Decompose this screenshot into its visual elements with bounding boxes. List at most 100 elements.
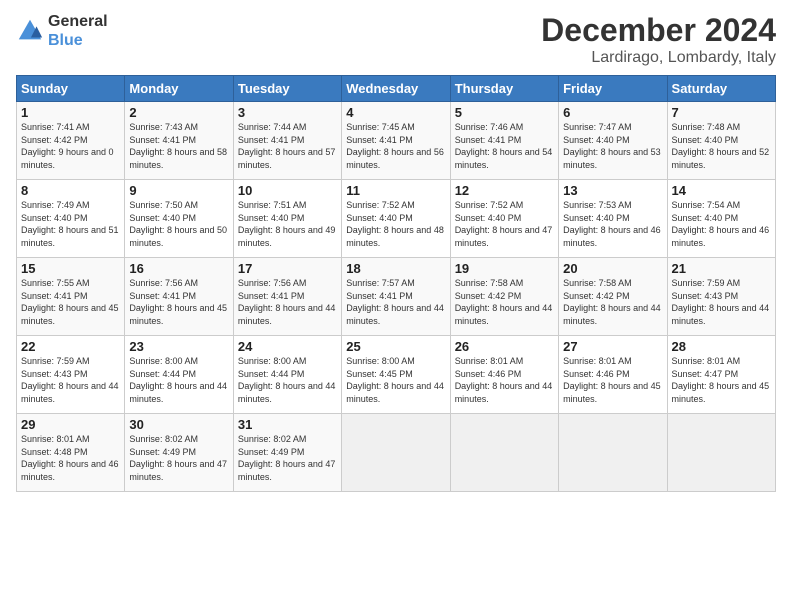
- day-number: 26: [455, 339, 554, 354]
- calendar-cell: 24Sunrise: 8:00 AM Sunset: 4:44 PM Dayli…: [233, 336, 341, 414]
- day-info: Sunrise: 7:56 AM Sunset: 4:41 PM Dayligh…: [238, 277, 337, 327]
- col-tuesday: Tuesday: [233, 76, 341, 102]
- col-monday: Monday: [125, 76, 233, 102]
- calendar-cell: 1Sunrise: 7:41 AM Sunset: 4:42 PM Daylig…: [17, 102, 125, 180]
- col-saturday: Saturday: [667, 76, 775, 102]
- calendar-cell: [559, 414, 667, 492]
- calendar-container: General Blue December 2024 Lardirago, Lo…: [0, 0, 792, 500]
- calendar-cell: 17Sunrise: 7:56 AM Sunset: 4:41 PM Dayli…: [233, 258, 341, 336]
- day-number: 6: [563, 105, 662, 120]
- day-number: 29: [21, 417, 120, 432]
- day-info: Sunrise: 7:52 AM Sunset: 4:40 PM Dayligh…: [455, 199, 554, 249]
- day-number: 13: [563, 183, 662, 198]
- day-number: 17: [238, 261, 337, 276]
- day-info: Sunrise: 8:01 AM Sunset: 4:48 PM Dayligh…: [21, 433, 120, 483]
- calendar-cell: [450, 414, 558, 492]
- calendar-cell: 31Sunrise: 8:02 AM Sunset: 4:49 PM Dayli…: [233, 414, 341, 492]
- calendar-cell: [342, 414, 450, 492]
- day-number: 1: [21, 105, 120, 120]
- calendar-week-3: 22Sunrise: 7:59 AM Sunset: 4:43 PM Dayli…: [17, 336, 776, 414]
- day-number: 22: [21, 339, 120, 354]
- calendar-cell: 28Sunrise: 8:01 AM Sunset: 4:47 PM Dayli…: [667, 336, 775, 414]
- col-wednesday: Wednesday: [342, 76, 450, 102]
- calendar-cell: 5Sunrise: 7:46 AM Sunset: 4:41 PM Daylig…: [450, 102, 558, 180]
- day-info: Sunrise: 7:52 AM Sunset: 4:40 PM Dayligh…: [346, 199, 445, 249]
- col-thursday: Thursday: [450, 76, 558, 102]
- calendar-cell: 11Sunrise: 7:52 AM Sunset: 4:40 PM Dayli…: [342, 180, 450, 258]
- calendar-title: December 2024: [541, 12, 776, 49]
- col-friday: Friday: [559, 76, 667, 102]
- day-number: 12: [455, 183, 554, 198]
- day-number: 23: [129, 339, 228, 354]
- day-number: 31: [238, 417, 337, 432]
- day-info: Sunrise: 7:47 AM Sunset: 4:40 PM Dayligh…: [563, 121, 662, 171]
- logo: General Blue: [16, 12, 108, 50]
- calendar-cell: 3Sunrise: 7:44 AM Sunset: 4:41 PM Daylig…: [233, 102, 341, 180]
- day-number: 19: [455, 261, 554, 276]
- day-number: 30: [129, 417, 228, 432]
- day-info: Sunrise: 7:57 AM Sunset: 4:41 PM Dayligh…: [346, 277, 445, 327]
- calendar-week-2: 15Sunrise: 7:55 AM Sunset: 4:41 PM Dayli…: [17, 258, 776, 336]
- day-number: 25: [346, 339, 445, 354]
- day-info: Sunrise: 7:44 AM Sunset: 4:41 PM Dayligh…: [238, 121, 337, 171]
- day-number: 9: [129, 183, 228, 198]
- calendar-cell: 9Sunrise: 7:50 AM Sunset: 4:40 PM Daylig…: [125, 180, 233, 258]
- day-info: Sunrise: 7:59 AM Sunset: 4:43 PM Dayligh…: [21, 355, 120, 405]
- calendar-cell: 8Sunrise: 7:49 AM Sunset: 4:40 PM Daylig…: [17, 180, 125, 258]
- calendar-cell: 29Sunrise: 8:01 AM Sunset: 4:48 PM Dayli…: [17, 414, 125, 492]
- calendar-week-4: 29Sunrise: 8:01 AM Sunset: 4:48 PM Dayli…: [17, 414, 776, 492]
- calendar-cell: 25Sunrise: 8:00 AM Sunset: 4:45 PM Dayli…: [342, 336, 450, 414]
- day-info: Sunrise: 8:00 AM Sunset: 4:44 PM Dayligh…: [129, 355, 228, 405]
- day-info: Sunrise: 7:50 AM Sunset: 4:40 PM Dayligh…: [129, 199, 228, 249]
- day-number: 21: [672, 261, 771, 276]
- day-number: 15: [21, 261, 120, 276]
- day-info: Sunrise: 7:43 AM Sunset: 4:41 PM Dayligh…: [129, 121, 228, 171]
- calendar-cell: 4Sunrise: 7:45 AM Sunset: 4:41 PM Daylig…: [342, 102, 450, 180]
- calendar-cell: 21Sunrise: 7:59 AM Sunset: 4:43 PM Dayli…: [667, 258, 775, 336]
- calendar-cell: 27Sunrise: 8:01 AM Sunset: 4:46 PM Dayli…: [559, 336, 667, 414]
- calendar-cell: 26Sunrise: 8:01 AM Sunset: 4:46 PM Dayli…: [450, 336, 558, 414]
- day-info: Sunrise: 7:55 AM Sunset: 4:41 PM Dayligh…: [21, 277, 120, 327]
- title-block: December 2024 Lardirago, Lombardy, Italy: [541, 12, 776, 67]
- day-info: Sunrise: 8:01 AM Sunset: 4:46 PM Dayligh…: [563, 355, 662, 405]
- day-number: 8: [21, 183, 120, 198]
- day-number: 10: [238, 183, 337, 198]
- day-info: Sunrise: 8:00 AM Sunset: 4:44 PM Dayligh…: [238, 355, 337, 405]
- day-info: Sunrise: 7:59 AM Sunset: 4:43 PM Dayligh…: [672, 277, 771, 327]
- day-number: 28: [672, 339, 771, 354]
- calendar-cell: 2Sunrise: 7:43 AM Sunset: 4:41 PM Daylig…: [125, 102, 233, 180]
- calendar-cell: 10Sunrise: 7:51 AM Sunset: 4:40 PM Dayli…: [233, 180, 341, 258]
- day-number: 7: [672, 105, 771, 120]
- header-row-days: Sunday Monday Tuesday Wednesday Thursday…: [17, 76, 776, 102]
- day-info: Sunrise: 7:45 AM Sunset: 4:41 PM Dayligh…: [346, 121, 445, 171]
- calendar-cell: 30Sunrise: 8:02 AM Sunset: 4:49 PM Dayli…: [125, 414, 233, 492]
- day-info: Sunrise: 7:56 AM Sunset: 4:41 PM Dayligh…: [129, 277, 228, 327]
- calendar-cell: 6Sunrise: 7:47 AM Sunset: 4:40 PM Daylig…: [559, 102, 667, 180]
- day-info: Sunrise: 8:02 AM Sunset: 4:49 PM Dayligh…: [129, 433, 228, 483]
- day-info: Sunrise: 7:48 AM Sunset: 4:40 PM Dayligh…: [672, 121, 771, 171]
- day-number: 14: [672, 183, 771, 198]
- logo-text: General Blue: [48, 12, 108, 50]
- calendar-cell: 15Sunrise: 7:55 AM Sunset: 4:41 PM Dayli…: [17, 258, 125, 336]
- day-info: Sunrise: 7:58 AM Sunset: 4:42 PM Dayligh…: [563, 277, 662, 327]
- calendar-cell: 18Sunrise: 7:57 AM Sunset: 4:41 PM Dayli…: [342, 258, 450, 336]
- day-info: Sunrise: 7:58 AM Sunset: 4:42 PM Dayligh…: [455, 277, 554, 327]
- day-info: Sunrise: 7:54 AM Sunset: 4:40 PM Dayligh…: [672, 199, 771, 249]
- day-number: 27: [563, 339, 662, 354]
- calendar-cell: 20Sunrise: 7:58 AM Sunset: 4:42 PM Dayli…: [559, 258, 667, 336]
- day-info: Sunrise: 7:49 AM Sunset: 4:40 PM Dayligh…: [21, 199, 120, 249]
- day-number: 5: [455, 105, 554, 120]
- day-number: 3: [238, 105, 337, 120]
- calendar-table: Sunday Monday Tuesday Wednesday Thursday…: [16, 75, 776, 492]
- calendar-cell: 13Sunrise: 7:53 AM Sunset: 4:40 PM Dayli…: [559, 180, 667, 258]
- calendar-cell: 16Sunrise: 7:56 AM Sunset: 4:41 PM Dayli…: [125, 258, 233, 336]
- calendar-week-0: 1Sunrise: 7:41 AM Sunset: 4:42 PM Daylig…: [17, 102, 776, 180]
- day-number: 4: [346, 105, 445, 120]
- calendar-cell: 7Sunrise: 7:48 AM Sunset: 4:40 PM Daylig…: [667, 102, 775, 180]
- day-info: Sunrise: 8:02 AM Sunset: 4:49 PM Dayligh…: [238, 433, 337, 483]
- day-info: Sunrise: 7:41 AM Sunset: 4:42 PM Dayligh…: [21, 121, 120, 171]
- day-info: Sunrise: 8:00 AM Sunset: 4:45 PM Dayligh…: [346, 355, 445, 405]
- day-number: 24: [238, 339, 337, 354]
- calendar-week-1: 8Sunrise: 7:49 AM Sunset: 4:40 PM Daylig…: [17, 180, 776, 258]
- day-info: Sunrise: 7:51 AM Sunset: 4:40 PM Dayligh…: [238, 199, 337, 249]
